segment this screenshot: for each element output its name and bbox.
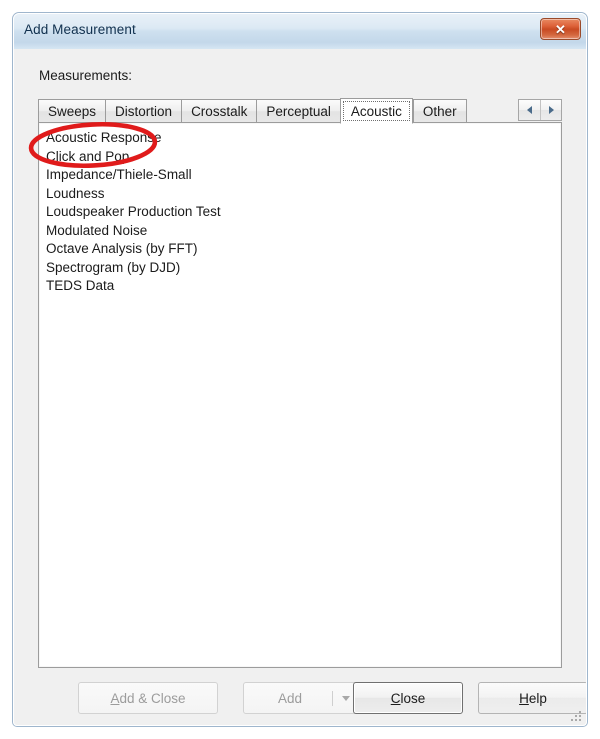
add-and-close-button[interactable]: Add & Close — [78, 682, 218, 714]
tab-perceptual[interactable]: Perceptual — [256, 99, 340, 123]
list-item[interactable]: Loudspeaker Production Test — [39, 203, 561, 222]
close-button[interactable]: Close — [353, 682, 463, 714]
chevron-right-glyph — [548, 106, 554, 114]
tab-acoustic[interactable]: Acoustic — [339, 98, 413, 124]
close-glyph: ✕ — [555, 21, 566, 37]
tab-label: Other — [422, 104, 457, 119]
add-measurement-dialog: Add Measurement ✕ Measurements: Sweeps Di… — [12, 12, 588, 727]
tab-label: Sweeps — [48, 104, 97, 119]
list-item[interactable]: Impedance/Thiele-Small — [39, 166, 561, 185]
dialog-body: Measurements: Sweeps Distortion Crosstalk P… — [13, 49, 587, 726]
chevron-left-icon[interactable] — [519, 100, 540, 120]
window-title: Add Measurement — [24, 22, 136, 37]
tab-label: Distortion — [115, 104, 173, 119]
measurement-list[interactable]: Acoustic Response Click and Pop Impedance/… — [38, 122, 562, 668]
split-separator — [332, 690, 333, 706]
list-item[interactable]: Acoustic Response — [39, 129, 561, 148]
list-item[interactable]: Modulated Noise — [39, 222, 561, 241]
list-item[interactable]: TEDS Data — [39, 277, 561, 296]
tab-strip: Sweeps Distortion Crosstalk Perceptual Acous… — [38, 97, 562, 124]
add-button[interactable]: Add — [243, 682, 363, 714]
list-item[interactable]: Spectrogram (by DJD) — [39, 259, 561, 278]
chevron-right-icon[interactable] — [540, 100, 561, 120]
add-label: Add — [277, 690, 303, 706]
tab-distortion[interactable]: Distortion — [105, 99, 182, 123]
tab-label: Perceptual — [266, 104, 331, 119]
tab-scroll-buttons — [518, 99, 562, 121]
list-item[interactable]: Loudness — [39, 185, 561, 204]
list-item[interactable]: Click and Pop — [39, 148, 561, 167]
add-and-close-label: Add & Close — [110, 690, 186, 706]
close-label: Close — [390, 690, 426, 706]
resize-grip-icon[interactable] — [570, 710, 583, 723]
dialog-button-row: Add & Close Add Close Help — [38, 682, 587, 714]
tab-crosstalk[interactable]: Crosstalk — [181, 99, 257, 123]
tab-list: Sweeps Distortion Crosstalk Perceptual Acous… — [38, 97, 467, 124]
measurements-label: Measurements: — [39, 68, 133, 83]
chevron-left-glyph — [527, 106, 532, 114]
chevron-down-icon[interactable] — [342, 695, 350, 701]
tab-sweeps[interactable]: Sweeps — [38, 99, 106, 123]
tab-label: Crosstalk — [191, 104, 248, 119]
list-item[interactable]: Octave Analysis (by FFT) — [39, 240, 561, 259]
title-bar: Add Measurement ✕ — [13, 13, 587, 50]
help-label: Help — [519, 690, 547, 706]
tab-label: Acoustic — [350, 103, 402, 119]
close-icon[interactable]: ✕ — [540, 18, 581, 40]
tab-other[interactable]: Other — [412, 99, 467, 123]
